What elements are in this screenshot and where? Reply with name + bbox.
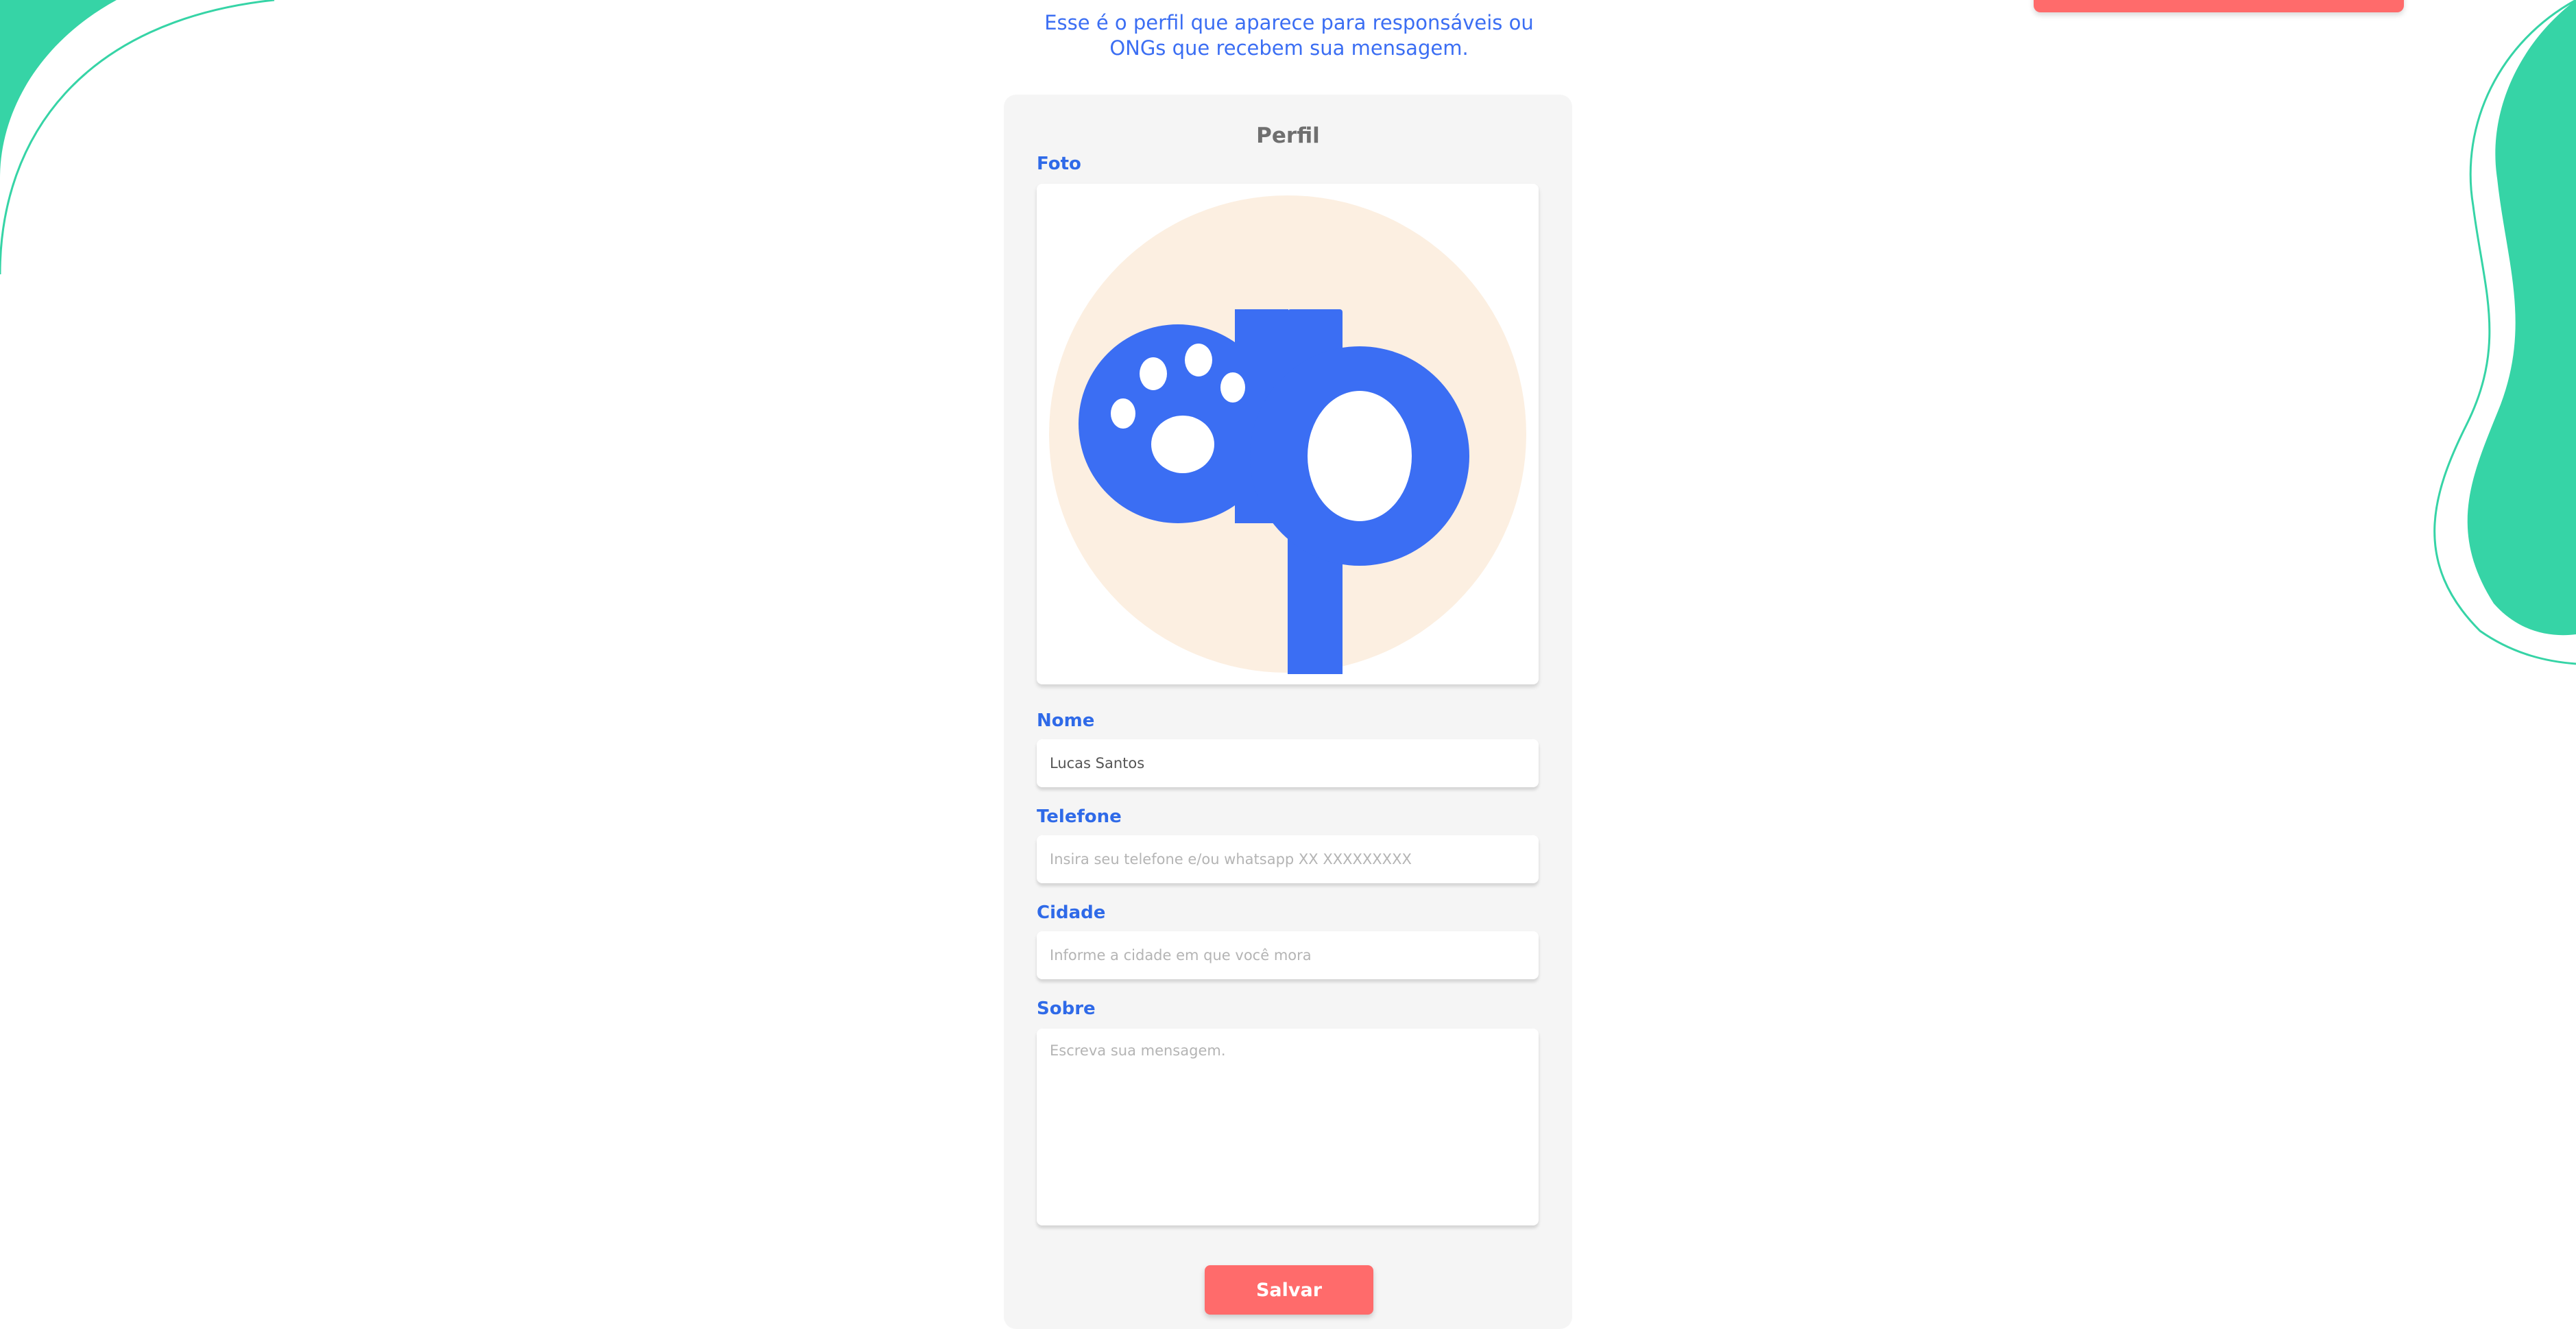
about-label: Sobre	[1037, 998, 1096, 1019]
phone-label: Telefone	[1037, 806, 1122, 827]
name-label: Nome	[1037, 710, 1095, 731]
photo-label: Foto	[1037, 154, 1081, 174]
name-input[interactable]	[1037, 739, 1539, 787]
profile-title: Perfil	[1256, 123, 1320, 148]
profile-card: Perfil Foto Nome Telefone C	[1004, 95, 1572, 1329]
photo-upload[interactable]	[1037, 184, 1539, 684]
city-label: Cidade	[1037, 902, 1106, 923]
about-textarea[interactable]	[1037, 1029, 1539, 1225]
top-action-button[interactable]	[2034, 0, 2404, 12]
profile-avatar	[1049, 195, 1526, 674]
city-input[interactable]	[1037, 931, 1539, 979]
corner-decoration-right	[2433, 0, 2576, 665]
corner-decoration-left	[0, 0, 275, 275]
page-subtitle: Esse é o perfil que aparece para respons…	[1044, 11, 1534, 60]
save-button[interactable]: Salvar	[1205, 1265, 1373, 1315]
phone-input[interactable]	[1037, 835, 1539, 883]
